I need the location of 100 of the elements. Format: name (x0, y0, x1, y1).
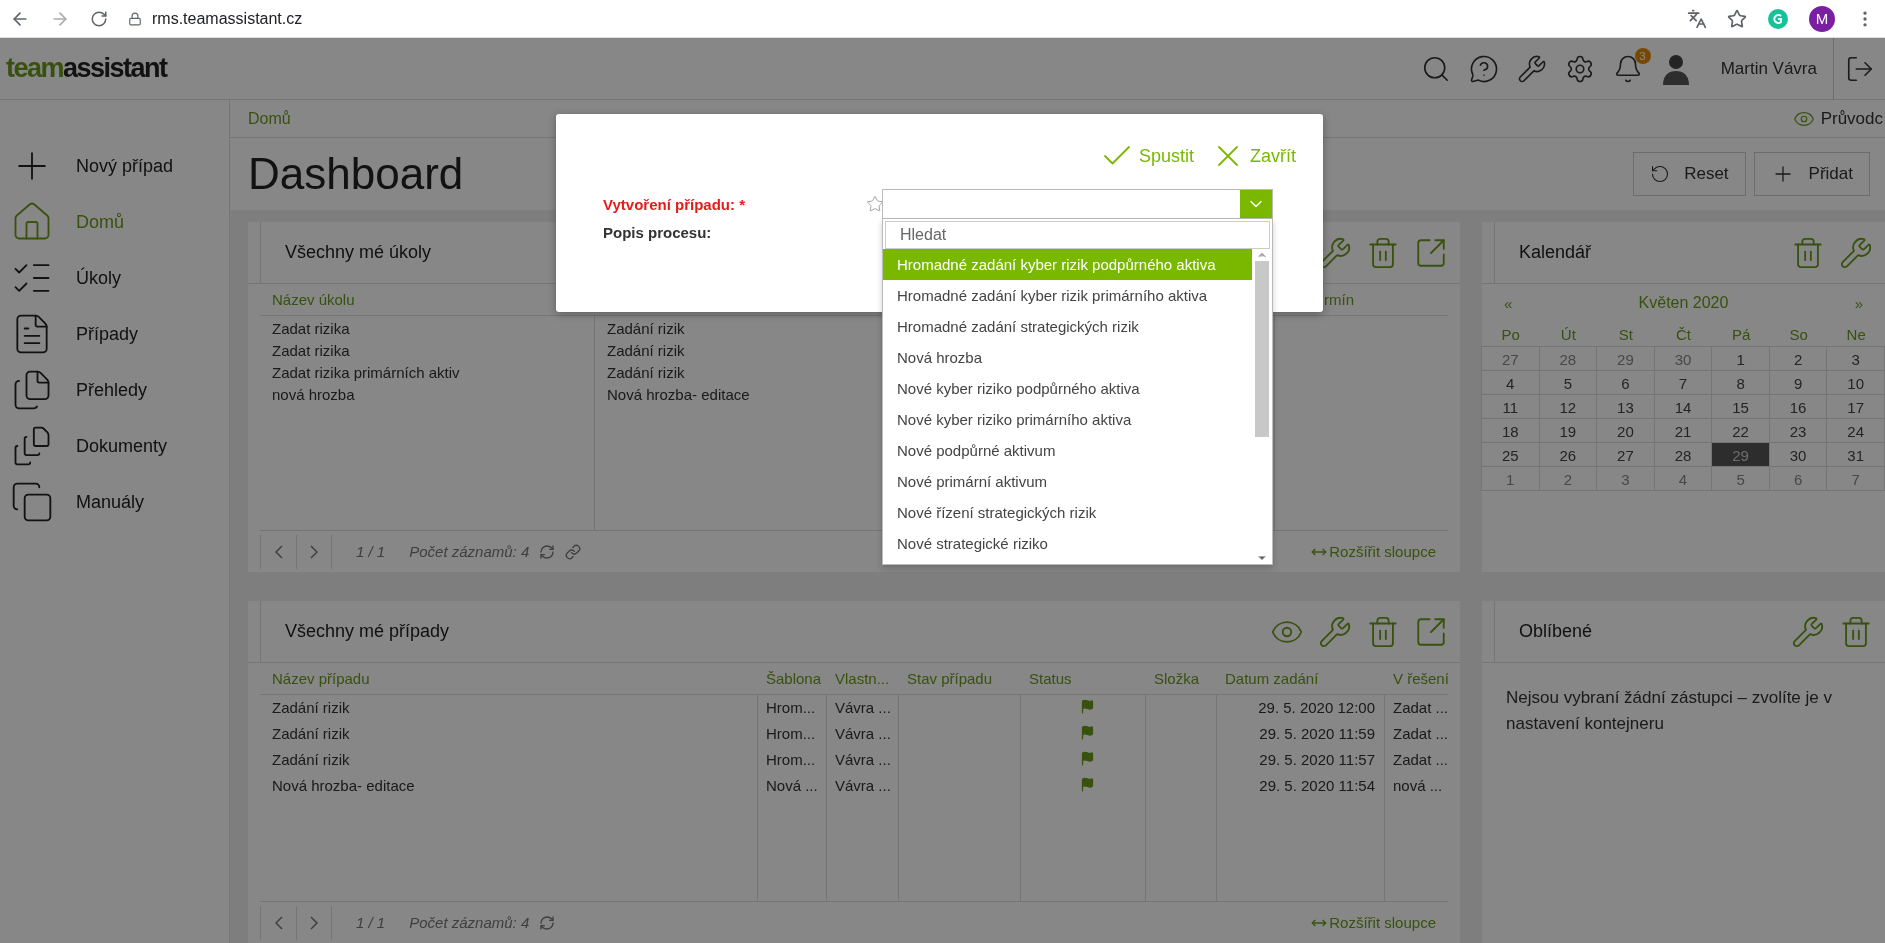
weekday-label: Pá (1730, 325, 1752, 345)
sidebar-item[interactable]: Úkoly (0, 250, 229, 306)
guide-link[interactable]: Průvodc (1792, 107, 1883, 130)
column-header[interactable]: Složka (1146, 663, 1217, 694)
table-cell-text: 29. 5. 2020 11:59 (1258, 724, 1376, 744)
sidebar-item[interactable]: Domů (0, 194, 229, 250)
table-cell-text: Nová hrozba- editace (271, 776, 416, 796)
notification-badge: 3 (1634, 47, 1651, 64)
table-cell-text: Zadat rizika (271, 319, 351, 338)
record-count: Počet záznamů: 4 (409, 914, 530, 931)
column-header[interactable]: Stav případu (899, 663, 1021, 694)
user-name[interactable]: Martin Vávra (1720, 58, 1817, 79)
chevron-right-icon (310, 544, 318, 559)
reload-icon[interactable] (90, 9, 108, 28)
chevron-right-icon (310, 915, 318, 930)
column-header[interactable]: Vlastn... (827, 663, 899, 694)
next-page-button[interactable] (296, 905, 332, 940)
help-icon[interactable] (1468, 53, 1499, 84)
empty-message: Nejsou vybraní žádní zástupci – zvolíte je v nastavení kontejneru (1506, 687, 1833, 735)
table-cell-text: Zadání rizik (606, 341, 686, 360)
calendar-day[interactable]: 7 (1826, 466, 1885, 491)
next-page-button[interactable] (296, 534, 332, 569)
calendar-day[interactable]: 1 (1481, 466, 1540, 491)
table-cell-text: Hrom... (765, 724, 817, 744)
page-indicator: 1 / 1 (356, 543, 386, 560)
previous-month-link[interactable]: « (1504, 294, 1513, 312)
reset-button[interactable]: Reset (1633, 152, 1746, 196)
calendar-day[interactable]: 27 (1481, 346, 1540, 371)
table-cell-text: Hrom... (765, 698, 817, 718)
page-indicator: 1 / 1 (356, 914, 386, 931)
flag-icon (1080, 725, 1095, 740)
sidebar-item[interactable]: Manuály (0, 474, 229, 530)
add-button[interactable]: Přidat (1753, 152, 1870, 196)
record-count: Počet záznamů: 4 (409, 543, 530, 560)
table-cell-text: Zadat rizika (271, 341, 351, 360)
table-cell-text: Zadání rizik (271, 750, 351, 770)
pages-icon (10, 480, 54, 524)
weekday-label: Ne (1845, 325, 1867, 345)
table-cell-text: 29. 5. 2020 11:57 (1258, 750, 1376, 770)
refresh-icon[interactable] (539, 543, 556, 560)
search-field[interactable]: Hledat (885, 221, 1270, 249)
dropdown-button[interactable] (1240, 190, 1272, 218)
link-icon[interactable] (565, 543, 582, 560)
next-month-link[interactable]: » (1854, 294, 1863, 312)
breadcrumb-link[interactable]: Domů (248, 109, 291, 128)
app-logo: teamassistant (6, 53, 167, 84)
profile-avatar[interactable]: M (1809, 5, 1835, 32)
table-cell-text: Zadání rizik (271, 698, 351, 718)
sidebar-item[interactable]: Přehledy (0, 362, 229, 418)
sidebar-item[interactable]: Nový případ (0, 138, 229, 194)
widget-title: Kalendář (1494, 221, 1791, 284)
trash-icon[interactable] (1366, 235, 1400, 270)
table-cell-text: Zadat ... (1392, 750, 1450, 770)
translate-icon[interactable] (1687, 8, 1707, 29)
calendar-day[interactable]: 29 (1711, 442, 1770, 467)
reset-icon (1650, 164, 1671, 184)
table-cell-text: nová ... (1392, 776, 1444, 796)
table-cell-text: Nová hrozba- editace (606, 385, 751, 404)
widget-title: Všechny mé případy (260, 600, 1270, 663)
extension-icon[interactable] (1767, 7, 1789, 30)
lock-icon (128, 11, 142, 26)
column-header[interactable]: V řešení (1385, 663, 1448, 694)
dropdown-option[interactable]: Hromadné zadání kyber rizik podpůrného aktiva (883, 249, 1252, 280)
star-icon[interactable] (866, 194, 884, 214)
column-header[interactable]: Status (1021, 663, 1146, 694)
flag-icon (1080, 699, 1095, 714)
column-header[interactable]: Název případu (260, 663, 758, 694)
table-cell-text: Zadat ... (1392, 698, 1450, 718)
address-bar[interactable]: rms.teamassistant.cz (152, 9, 303, 28)
weekday-label: Po (1500, 325, 1521, 345)
run-button[interactable]: Spustit (1098, 138, 1194, 174)
table-cell-text: Zadání rizik (606, 319, 686, 338)
bookmark-star-icon[interactable] (1727, 8, 1747, 29)
expand-columns-link[interactable]: Rozšířit sloupce (1311, 543, 1436, 560)
table-cell-text: Vávra ... (834, 724, 892, 744)
table-cell-text: 29. 5. 2020 12:00 (1257, 698, 1376, 718)
sidebar-item[interactable]: Dokumenty (0, 418, 229, 474)
table-cell-text: Vávra ... (834, 698, 892, 718)
expand-columns-link[interactable]: Rozšířit sloupce (1311, 914, 1436, 931)
column-header[interactable]: Datum zadání (1217, 663, 1385, 694)
table-cell-text: 29. 5. 2020 11:54 (1258, 776, 1376, 796)
trash-icon[interactable] (1791, 235, 1825, 270)
refresh-icon[interactable] (539, 914, 556, 931)
table-cell-text: Vávra ... (834, 750, 892, 770)
table-cell-text: Zadat ... (1392, 724, 1450, 744)
table-cell-text: Zadat rizika primárních aktiv (271, 363, 461, 382)
widget-title: Oblíbené (1494, 600, 1791, 663)
table-cell-text: Vávra ... (834, 776, 892, 796)
calendar-day[interactable]: 3 (1826, 346, 1885, 371)
scrollbar-thumb[interactable] (1255, 261, 1269, 437)
table-cell-text: Hrom... (765, 750, 817, 770)
trash-icon[interactable] (1366, 614, 1400, 649)
wrench-icon[interactable] (1516, 53, 1547, 84)
flag-icon (1080, 751, 1095, 766)
trash-icon[interactable] (1839, 614, 1873, 649)
close-button[interactable]: Zavřít (1210, 138, 1296, 174)
weekday-label: So (1788, 325, 1809, 345)
sidebar-item[interactable]: Případy (0, 306, 229, 362)
case-type-select[interactable] (882, 189, 1273, 219)
column-header[interactable]: Šablona (758, 663, 827, 694)
